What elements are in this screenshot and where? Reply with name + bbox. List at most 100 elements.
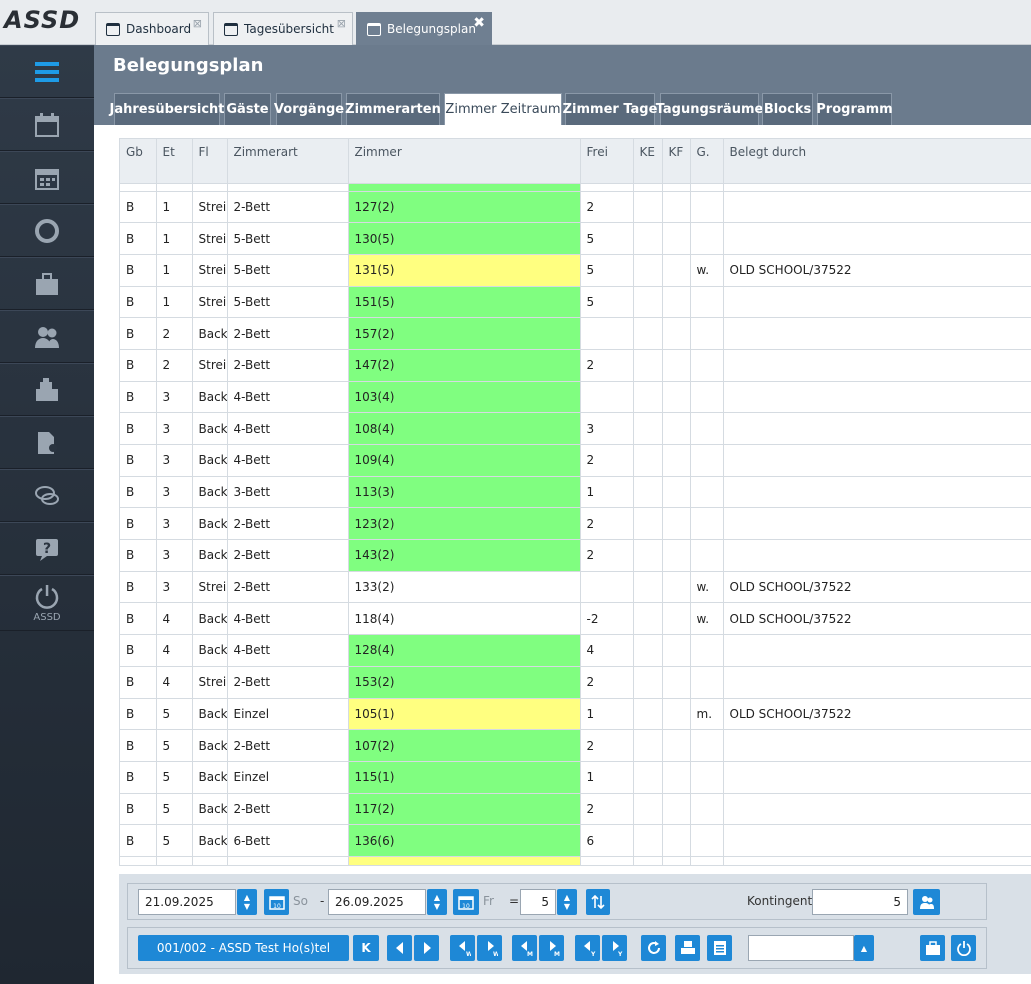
- table-cell[interactable]: 1: [156, 286, 193, 319]
- table-cell[interactable]: [690, 761, 724, 794]
- table-cell[interactable]: 3: [580, 412, 634, 445]
- tab-blocks[interactable]: Blocks: [762, 93, 813, 125]
- table-cell[interactable]: 103(4): [348, 381, 581, 414]
- table-cell[interactable]: 3-Bett: [227, 476, 349, 509]
- table-cell[interactable]: 2-Bett: [227, 571, 349, 604]
- table-cell[interactable]: 115(1): [348, 761, 581, 794]
- table-cell[interactable]: 4: [156, 602, 193, 636]
- table-cell[interactable]: 4: [156, 666, 193, 699]
- table-cell[interactable]: [580, 571, 634, 604]
- view-select-toggle[interactable]: ▲: [854, 935, 874, 961]
- table-cell[interactable]: B: [120, 729, 157, 762]
- table-cell[interactable]: 131(5): [348, 254, 581, 287]
- table-cell[interactable]: 2: [580, 793, 634, 826]
- close-icon[interactable]: ✖: [473, 15, 485, 31]
- table-cell[interactable]: [690, 349, 724, 382]
- table-row[interactable]: B 4 Strei 2-Bett 153(2) 2: [120, 666, 1031, 699]
- view-select[interactable]: [748, 935, 854, 961]
- table-cell[interactable]: 3: [156, 539, 193, 572]
- table-cell[interactable]: [690, 412, 724, 445]
- table-row[interactable]: B 5 Back 2-Bett 107(2) 2: [120, 729, 1031, 762]
- table-cell[interactable]: m.: [690, 698, 724, 731]
- date-to-stepper[interactable]: ▲ ▼: [427, 889, 447, 915]
- column-header[interactable]: Zimmer: [348, 139, 581, 184]
- table-cell[interactable]: [690, 507, 724, 541]
- table-cell[interactable]: 2-Bett: [227, 191, 349, 224]
- table-cell[interactable]: [690, 191, 724, 224]
- table-cell[interactable]: [723, 634, 1031, 667]
- prev-week-button[interactable]: W: [450, 935, 475, 961]
- date-to-calendar-button[interactable]: 10: [453, 889, 479, 915]
- table-cell[interactable]: 2: [580, 349, 634, 382]
- table-cell[interactable]: B: [120, 634, 157, 667]
- table-cell[interactable]: Back: [192, 539, 228, 572]
- sidebar-item-cash-register[interactable]: [0, 363, 94, 416]
- table-cell[interactable]: [723, 317, 1031, 350]
- table-cell[interactable]: Einzel: [227, 761, 349, 794]
- table-cell[interactable]: B: [120, 666, 157, 699]
- table-cell[interactable]: B: [120, 191, 157, 224]
- tab-zimmer-zeitraum[interactable]: Zimmer Zeitraum: [444, 93, 562, 125]
- table-cell[interactable]: [723, 412, 1031, 445]
- table-cell[interactable]: [690, 729, 724, 762]
- table-cell[interactable]: 5-Bett: [227, 286, 349, 319]
- table-cell[interactable]: [662, 824, 691, 857]
- table-row[interactable]: B 2 Strei 2-Bett 147(2) 2: [120, 349, 1031, 382]
- sidebar-item-power[interactable]: ASSD: [0, 575, 94, 631]
- table-cell[interactable]: 3: [156, 412, 193, 445]
- table-cell[interactable]: 3: [156, 444, 193, 477]
- sidebar-item-document[interactable]: [0, 416, 94, 469]
- table-cell[interactable]: 4: [580, 634, 634, 667]
- table-cell[interactable]: [690, 634, 724, 667]
- table-cell[interactable]: Back: [192, 412, 228, 445]
- table-row[interactable]: B 1 Strei 5-Bett 131(5) 5 w. OLD SCHOOL/37522: [120, 254, 1031, 287]
- table-cell[interactable]: Strei: [192, 666, 228, 699]
- table-cell[interactable]: 2-Bett: [227, 793, 349, 826]
- table-cell[interactable]: 2: [580, 539, 634, 572]
- table-cell[interactable]: [662, 571, 691, 604]
- table-cell[interactable]: 5: [156, 793, 193, 826]
- table-cell[interactable]: OLD SCHOOL/37522: [723, 602, 1031, 636]
- table-row[interactable]: B 4 Back 4-Bett 118(4) -2 w. OLD SCHOOL/37522: [120, 602, 1031, 636]
- table-row[interactable]: B 4 Back 4-Bett 128(4) 4: [120, 634, 1031, 667]
- table-cell[interactable]: [633, 729, 663, 762]
- tab-jahresuebersicht[interactable]: Jahresübersicht: [110, 93, 225, 125]
- tab-programm[interactable]: Programm: [816, 93, 893, 125]
- table-cell[interactable]: w.: [690, 571, 724, 604]
- sidebar-item-menu[interactable]: [0, 45, 94, 98]
- print-button[interactable]: [675, 935, 700, 961]
- table-cell[interactable]: [690, 222, 724, 255]
- table-cell[interactable]: [662, 444, 691, 477]
- table-cell[interactable]: [723, 286, 1031, 319]
- table-cell[interactable]: [662, 793, 691, 826]
- table-row[interactable]: B 1 Strei 2-Bett 127(2) 2: [120, 191, 1031, 224]
- table-cell[interactable]: Strei: [192, 349, 228, 382]
- table-cell[interactable]: 153(2): [348, 666, 581, 699]
- table-cell[interactable]: 2: [580, 191, 634, 224]
- table-cell[interactable]: Strei: [192, 286, 228, 319]
- table-row[interactable]: B 3 Back 3-Bett 113(3) 1: [120, 476, 1031, 509]
- table-cell[interactable]: 107(2): [348, 729, 581, 762]
- table-cell[interactable]: 4-Bett: [227, 602, 349, 636]
- table-cell[interactable]: B: [120, 444, 157, 477]
- suitcase-button[interactable]: [920, 935, 945, 961]
- table-cell[interactable]: B: [120, 824, 157, 857]
- table-cell[interactable]: 1: [580, 476, 634, 509]
- table-cell[interactable]: B: [120, 476, 157, 509]
- table-cell[interactable]: B: [120, 286, 157, 319]
- table-cell[interactable]: 6: [580, 824, 634, 857]
- table-cell[interactable]: B: [120, 571, 157, 604]
- days-input[interactable]: 5: [520, 889, 556, 915]
- table-cell[interactable]: [662, 317, 691, 350]
- table-cell[interactable]: [633, 191, 663, 224]
- table-cell[interactable]: [662, 666, 691, 699]
- table-cell[interactable]: Back: [192, 824, 228, 857]
- table-cell[interactable]: 5: [156, 824, 193, 857]
- table-cell[interactable]: [633, 476, 663, 509]
- close-icon[interactable]: ⊠: [337, 17, 346, 30]
- table-cell[interactable]: 136(6): [348, 824, 581, 857]
- table-cell[interactable]: 4-Bett: [227, 634, 349, 667]
- table-cell[interactable]: [662, 191, 691, 224]
- table-cell[interactable]: 2-Bett: [227, 539, 349, 572]
- table-row[interactable]: B 3 Back 4-Bett 103(4): [120, 381, 1031, 414]
